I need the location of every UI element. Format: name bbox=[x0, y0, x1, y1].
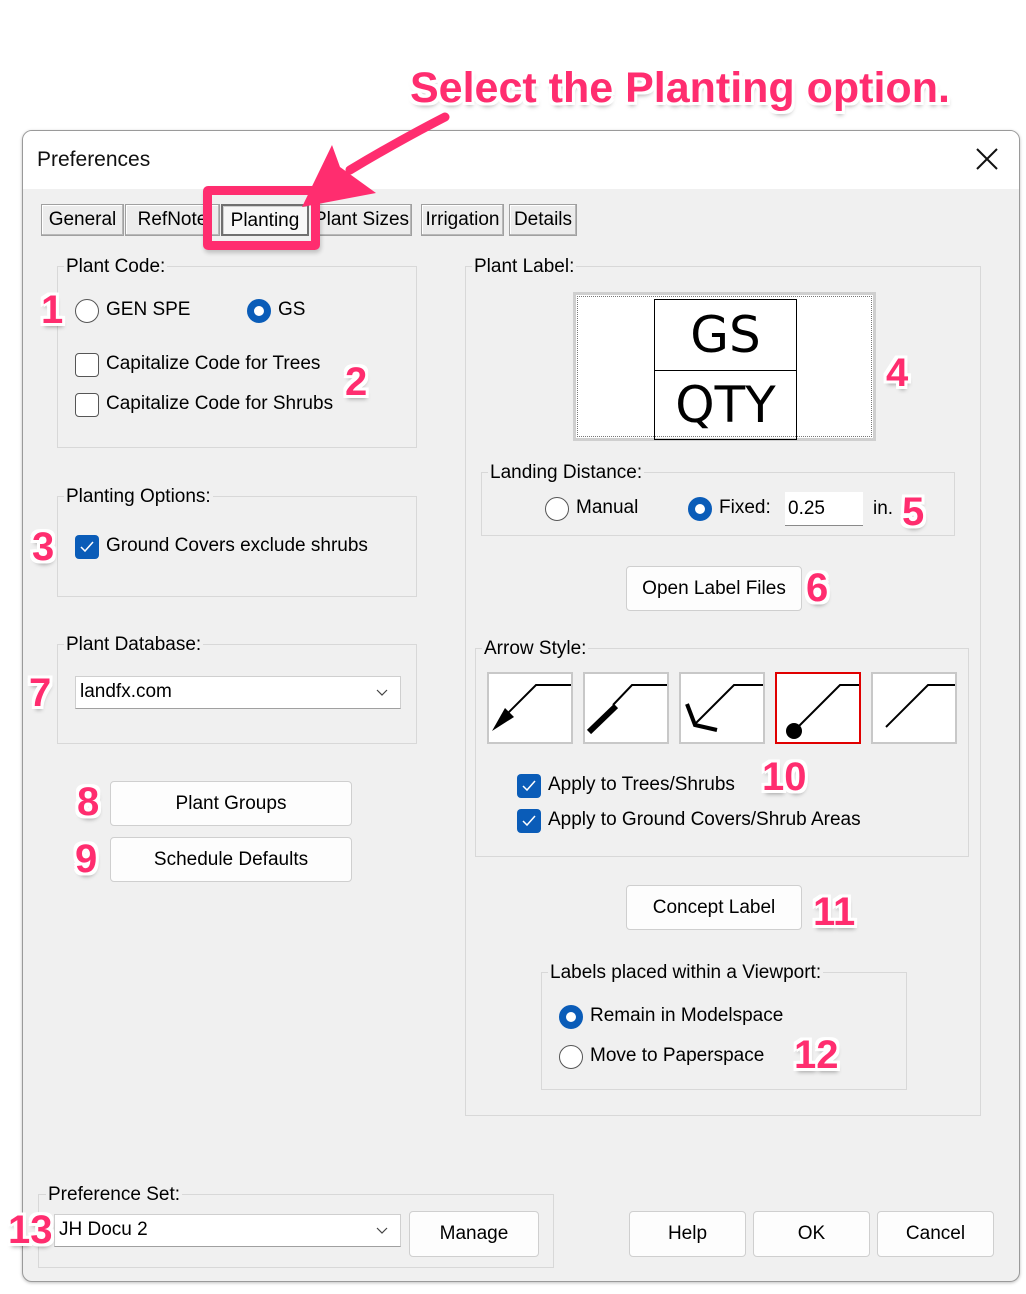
checkmark-icon bbox=[522, 815, 536, 827]
chevron-down-icon bbox=[376, 1227, 388, 1234]
checkmark-icon bbox=[522, 780, 536, 792]
move-paperspace-radio[interactable] bbox=[559, 1045, 583, 1069]
apply-ground-covers-label: Apply to Ground Covers/Shrub Areas bbox=[548, 809, 861, 830]
apply-ground-covers-checkbox[interactable] bbox=[517, 809, 541, 833]
step-number-12: 12 bbox=[794, 1033, 839, 1077]
arrowhead-filled-icon bbox=[492, 684, 571, 731]
chevron-down-icon bbox=[376, 689, 388, 696]
gs-radio[interactable] bbox=[247, 299, 271, 323]
preference-set-label: Preference Set: bbox=[46, 1184, 183, 1206]
open-arrowhead-icon bbox=[685, 684, 763, 732]
plant-database-select[interactable]: landfx.com bbox=[75, 676, 401, 709]
apply-trees-shrubs-label: Apply to Trees/Shrubs bbox=[548, 774, 735, 795]
step-number-9: 9 bbox=[75, 837, 98, 881]
plant-label-preview[interactable]: GS QTY bbox=[573, 292, 876, 441]
thick-tail-icon bbox=[586, 684, 667, 735]
step-number-8: 8 bbox=[77, 780, 100, 824]
window-title: Preferences bbox=[37, 148, 151, 171]
capitalize-shrubs-label: Capitalize Code for Shrubs bbox=[106, 393, 334, 414]
arrow-style-open-arrowhead[interactable] bbox=[679, 672, 765, 744]
capitalize-shrubs-checkbox[interactable] bbox=[75, 393, 99, 417]
step-number-10: 10 bbox=[762, 755, 807, 799]
landing-distance-label: Landing Distance: bbox=[488, 462, 645, 484]
landing-distance-input[interactable] bbox=[785, 492, 863, 526]
tab-details[interactable]: Details bbox=[509, 204, 577, 236]
move-paperspace-label: Move to Paperspace bbox=[590, 1045, 765, 1066]
capitalize-trees-label: Capitalize Code for Trees bbox=[106, 353, 321, 374]
plant-database-label: Plant Database: bbox=[64, 634, 204, 656]
step-number-6: 6 bbox=[806, 566, 829, 610]
apply-trees-shrubs-checkbox[interactable] bbox=[517, 774, 541, 798]
arrow-style-arrowhead[interactable] bbox=[487, 672, 573, 744]
gen-spe-radio[interactable] bbox=[75, 299, 99, 323]
arrow-style-thick-tail[interactable] bbox=[583, 672, 669, 744]
gen-spe-label: GEN SPE bbox=[106, 299, 191, 320]
plant-groups-button[interactable]: Plant Groups bbox=[110, 781, 352, 826]
plant-label-label: Plant Label: bbox=[472, 256, 577, 278]
step-number-2: 2 bbox=[345, 360, 368, 404]
plant-database-value: landfx.com bbox=[80, 681, 172, 702]
preview-qty-text: QTY bbox=[675, 376, 776, 434]
dot-arrow-icon bbox=[786, 684, 859, 739]
landing-distance-unit: in. bbox=[873, 498, 894, 519]
step-number-11: 11 bbox=[813, 890, 856, 934]
step-number-5: 5 bbox=[902, 490, 925, 534]
preference-set-select[interactable]: JH Docu 2 bbox=[54, 1214, 401, 1247]
manage-button[interactable]: Manage bbox=[409, 1211, 539, 1257]
open-label-files-button[interactable]: Open Label Files bbox=[626, 566, 802, 611]
fixed-radio[interactable] bbox=[688, 497, 712, 521]
plant-code-label: Plant Code: bbox=[64, 256, 168, 278]
viewport-label: Labels placed within a Viewport: bbox=[548, 962, 824, 984]
close-icon bbox=[976, 148, 998, 170]
capitalize-trees-checkbox[interactable] bbox=[75, 353, 99, 377]
arrow-style-plain[interactable] bbox=[871, 672, 957, 744]
plain-line-icon bbox=[885, 684, 955, 728]
close-button[interactable] bbox=[973, 145, 1001, 173]
callout-arrow-icon bbox=[302, 112, 450, 207]
step-number-13: 13 bbox=[8, 1208, 53, 1252]
step-number-7: 7 bbox=[29, 671, 52, 715]
planting-options-label: Planting Options: bbox=[64, 486, 213, 508]
remain-modelspace-label: Remain in Modelspace bbox=[590, 1005, 784, 1026]
ok-button[interactable]: OK bbox=[753, 1211, 870, 1257]
preference-set-value: JH Docu 2 bbox=[59, 1219, 148, 1240]
ground-covers-exclude-checkbox[interactable] bbox=[75, 535, 99, 559]
help-button[interactable]: Help bbox=[629, 1211, 746, 1257]
manual-label: Manual bbox=[576, 497, 639, 518]
gs-label: GS bbox=[278, 299, 306, 320]
step-number-1: 1 bbox=[41, 288, 64, 332]
step-number-3: 3 bbox=[32, 525, 55, 569]
concept-label-button[interactable]: Concept Label bbox=[626, 885, 802, 930]
tab-general[interactable]: General bbox=[41, 204, 124, 236]
cancel-button[interactable]: Cancel bbox=[877, 1211, 994, 1257]
preview-code-text: GS bbox=[690, 306, 761, 364]
checkmark-icon bbox=[80, 541, 94, 553]
viewport-group bbox=[541, 972, 907, 1090]
callout-text: Select the Planting option. bbox=[410, 64, 950, 112]
arrow-style-label: Arrow Style: bbox=[482, 638, 589, 660]
step-number-4: 4 bbox=[886, 351, 909, 395]
manual-radio[interactable] bbox=[545, 497, 569, 521]
fixed-label: Fixed: bbox=[719, 497, 771, 518]
schedule-defaults-button[interactable]: Schedule Defaults bbox=[110, 837, 352, 882]
remain-modelspace-radio[interactable] bbox=[559, 1005, 583, 1029]
label-divider bbox=[655, 370, 796, 371]
label-block: GS QTY bbox=[654, 299, 797, 440]
ground-covers-exclude-label: Ground Covers exclude shrubs bbox=[106, 535, 368, 556]
arrow-style-dot[interactable] bbox=[775, 672, 861, 744]
title-bar: Preferences bbox=[23, 131, 1019, 189]
arrow-style-picker bbox=[487, 672, 959, 746]
